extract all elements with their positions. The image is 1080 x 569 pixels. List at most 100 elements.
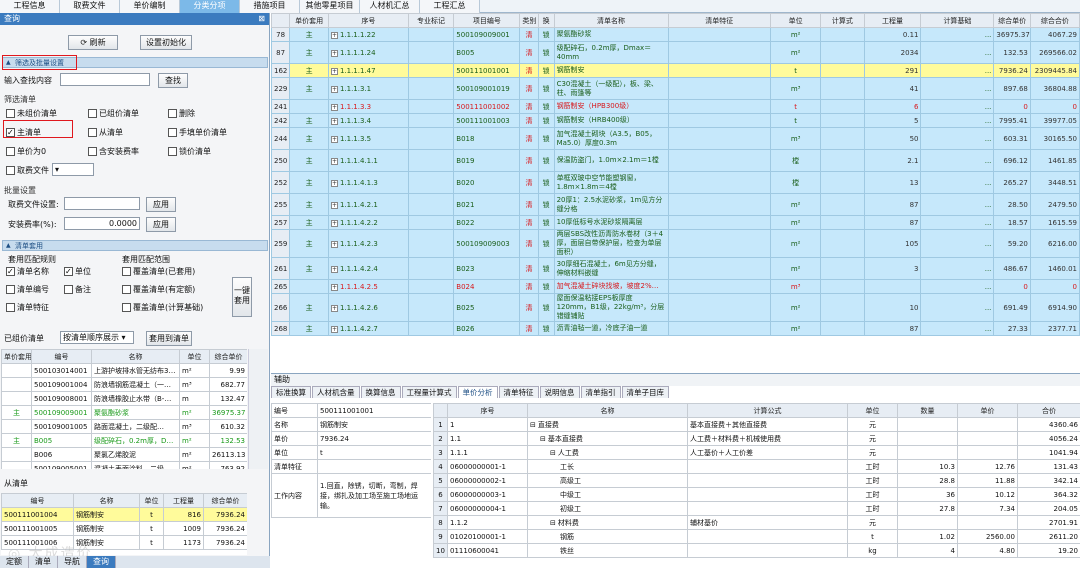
table-row[interactable]: 255主+1.1.1.4.2.1B021清锁20厚1：2.5水泥砂浆，1m见方分… (272, 194, 1080, 216)
expand-icon[interactable]: + (331, 86, 338, 93)
aux-tab-7[interactable]: 清单指引 (581, 386, 621, 398)
rule-option-3[interactable]: 备注 (64, 285, 91, 295)
checkbox-icon[interactable] (6, 166, 15, 175)
table-row[interactable]: 78主+1.1.1.1.22500109009001清锁聚氨酯砂浆m²0.11.… (272, 28, 1080, 42)
filter-option-2[interactable]: 删除 (168, 109, 195, 119)
expand-icon[interactable]: + (331, 220, 338, 227)
table-row[interactable]: 252主+1.1.1.4.1.3B020清锁单框双玻中空节能塑钢窗，1.8m×1… (272, 172, 1080, 194)
left-tab-3[interactable]: 查询 (87, 556, 116, 568)
table-row[interactable]: B006聚氯乙烯胶泥m²26113.13 (2, 448, 248, 462)
column-header[interactable]: 单位 (848, 404, 898, 418)
column-header[interactable]: 计算式 (821, 14, 864, 28)
column-header[interactable]: 单价套用 (2, 350, 32, 364)
detail-value[interactable]: 钢筋制安 (318, 418, 432, 432)
checkbox-icon[interactable] (6, 147, 15, 156)
checkbox-icon[interactable] (88, 147, 97, 156)
table-row[interactable]: 500103014001上游护坡排水管无纺布3…m²9.99 (2, 364, 248, 378)
table-row[interactable]: 406000000001-1工长工时10.312.76131.43 (434, 460, 1080, 474)
tab-2[interactable]: 单价编制 (120, 0, 180, 13)
aux-tab-0[interactable]: 标准换算 (271, 386, 311, 398)
column-header[interactable]: 工程量 (164, 494, 204, 508)
column-header[interactable]: 序号 (448, 404, 528, 418)
expand-icon[interactable]: + (331, 104, 338, 111)
one-key-apply-button[interactable]: 一键套用 (232, 277, 252, 317)
left-tab-1[interactable]: 清单 (29, 556, 58, 568)
checkbox-icon[interactable] (6, 267, 15, 276)
column-header[interactable]: 单价 (958, 404, 1018, 418)
table-row[interactable]: 259主+1.1.1.4.2.3500109009003清锁两层SBS改性沥青防… (272, 230, 1080, 258)
expand-icon[interactable]: + (331, 32, 338, 39)
collapse-icon[interactable]: ⊟ (540, 435, 546, 443)
table-row[interactable]: 162主+1.1.1.1.47500111001001清锁钢筋制安t291...… (272, 64, 1080, 78)
fee-setting-select[interactable] (64, 197, 140, 210)
expand-icon[interactable]: + (331, 305, 338, 312)
table-row[interactable]: 500109001004防浪墙钢筋混凝土（一…m³682.77 (2, 378, 248, 392)
expand-icon[interactable]: + (331, 284, 338, 291)
table-row[interactable]: 21.1⊟基本直接费人工费＋材料费＋机械使用费元4056.24 (434, 432, 1080, 446)
rule-option-4[interactable]: 清单特征 (6, 303, 49, 313)
table-row[interactable]: 506000000002-1高级工工时28.811.88342.14 (434, 474, 1080, 488)
column-header[interactable]: 综合单价 (994, 14, 1030, 28)
column-header[interactable]: 单位 (180, 350, 210, 364)
filter-option-1[interactable]: 已组价清单 (88, 109, 139, 119)
range-option-0[interactable]: 覆盖清单(已套用) (122, 267, 195, 277)
apply-install-button[interactable]: 应用 (146, 217, 176, 232)
rule-option-0[interactable]: 清单名称 (6, 267, 49, 277)
expand-icon[interactable]: + (331, 241, 338, 248)
left-tab-0[interactable]: 定额 (0, 556, 29, 568)
expand-icon[interactable]: + (331, 180, 338, 187)
tab-6[interactable]: 人材机汇总 (360, 0, 420, 13)
filter-option-0[interactable]: 未组价清单 (6, 109, 57, 119)
apply-section-header[interactable]: 清单套用 (2, 240, 268, 251)
checkbox-icon[interactable] (64, 285, 73, 294)
expand-icon[interactable]: + (331, 50, 338, 57)
column-header[interactable]: 换 (538, 14, 554, 28)
table-row[interactable]: 500109001005路面混凝土，二级配…m³610.32 (2, 420, 248, 434)
table-row[interactable]: 606000000003-1中级工工时3610.12364.32 (434, 488, 1080, 502)
expand-icon[interactable]: + (331, 118, 338, 125)
search-button[interactable]: 查找 (158, 73, 188, 88)
rule-option-1[interactable]: 单位 (64, 267, 91, 277)
column-header[interactable]: 名称 (528, 404, 688, 418)
detail-value[interactable]: 1.回直，除锈，切断，弯制，焊接，绑扎及加工场至施工场地运输。 (318, 474, 432, 518)
tab-0[interactable]: 工程信息 (0, 0, 60, 13)
filter-option-6[interactable]: 单价为0 (6, 147, 46, 157)
column-header[interactable] (434, 404, 448, 418)
column-header[interactable]: 编号 (2, 494, 74, 508)
table-row[interactable]: 11⊟直接费基本直接费＋其他直接费元4360.46 (434, 418, 1080, 432)
column-header[interactable]: 单位 (140, 494, 164, 508)
checkbox-icon[interactable] (88, 109, 97, 118)
table-row[interactable]: 266主+1.1.1.4.2.6B025清锁屋面保温粘接EPS板厚度120mm，… (272, 294, 1080, 322)
init-settings-button[interactable]: 设置初始化 (140, 35, 192, 50)
table-row[interactable]: 31.1.1⊟人工费人工基价＋人工价差元1041.94 (434, 446, 1080, 460)
table-row[interactable]: 主500109009001聚氨酯砂浆m²36975.37 (2, 406, 248, 420)
column-header[interactable]: 编号 (32, 350, 92, 364)
refresh-button[interactable]: ⟳ 刷新 (68, 35, 118, 50)
expand-icon[interactable]: + (331, 202, 338, 209)
table-row[interactable]: 261主+1.1.1.4.2.4B023清锁30厚细石混凝土，6m见方分缝，伸缩… (272, 258, 1080, 280)
table-row[interactable]: 901020100001-1钢筋t1.022560.002611.20 (434, 530, 1080, 544)
column-header[interactable]: 名称 (74, 494, 140, 508)
column-header[interactable]: 工程量 (864, 14, 921, 28)
grouped-sort-select[interactable]: 按清单顺序展示 ▾ (60, 331, 134, 344)
table-row[interactable]: 500109008001防浪墙橡胶止水带（B-…m132.47 (2, 392, 248, 406)
aux-tab-1[interactable]: 人材机含量 (312, 386, 360, 398)
column-header[interactable]: 综合单价 (210, 350, 248, 364)
expand-icon[interactable]: + (331, 68, 338, 75)
filter-option-8[interactable]: 锁价清单 (168, 147, 211, 157)
aux-tab-8[interactable]: 清单子目库 (622, 386, 670, 398)
column-header[interactable]: 清单名称 (554, 14, 668, 28)
tab-4[interactable]: 措施项目 (240, 0, 300, 13)
column-header[interactable]: 计算基础 (921, 14, 994, 28)
column-header[interactable]: 综合合价 (1030, 14, 1079, 28)
column-header[interactable]: 类别 (520, 14, 538, 28)
aux-tab-3[interactable]: 工程量计算式 (402, 386, 457, 398)
checkbox-icon[interactable] (168, 147, 177, 156)
detail-value[interactable]: t (318, 446, 432, 460)
column-header[interactable]: 计算公式 (688, 404, 848, 418)
checkbox-icon[interactable] (88, 128, 97, 137)
checkbox-icon[interactable] (6, 285, 15, 294)
table-row[interactable]: 268主+1.1.1.4.2.7B026清锁沥青油毡一道，冷底子油一道m²87.… (272, 322, 1080, 336)
table-row[interactable]: 81.1.2⊟材料费辅材基价元2701.91 (434, 516, 1080, 530)
column-header[interactable]: 数量 (898, 404, 958, 418)
